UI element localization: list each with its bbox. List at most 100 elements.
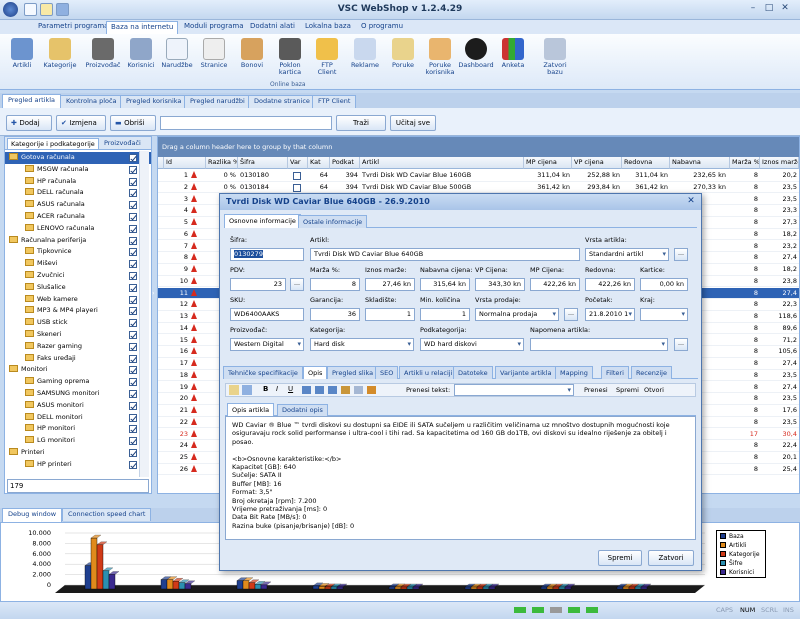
garancija-field[interactable]: 36 — [310, 308, 360, 321]
menu-parametri[interactable]: Parametri programa — [38, 22, 108, 30]
search-input[interactable] — [160, 116, 332, 130]
menu-oprogramu[interactable]: O programu — [361, 22, 403, 30]
column-header[interactable]: Artikl — [360, 157, 524, 169]
tab-dodatne-stranice[interactable]: Dodatne stranice — [248, 95, 316, 108]
tree-item[interactable]: ASUS monitori — [5, 400, 151, 412]
proizvodjac-dropdown[interactable]: Western Digital — [230, 338, 304, 351]
tab-kontrolna-ploca[interactable]: Kontrolna ploča — [60, 95, 123, 108]
tree-checkbox[interactable] — [129, 201, 137, 210]
list-icon[interactable] — [315, 386, 324, 394]
dialog-close-icon[interactable]: ✕ — [685, 196, 697, 208]
tree-item[interactable]: HP monitori — [5, 423, 151, 435]
column-header[interactable]: Marža % — [730, 157, 760, 169]
tree-item[interactable]: LG monitori — [5, 435, 151, 447]
otvori-link[interactable]: Otvori — [644, 386, 664, 394]
tree-checkbox[interactable] — [129, 378, 137, 387]
spremi-link[interactable]: Spremi — [616, 386, 639, 394]
ribbon-poruke[interactable]: Poruke — [388, 38, 418, 69]
tab-pregled-narudzbi[interactable]: Pregled narudžbi — [184, 95, 251, 108]
tree-item[interactable]: Monitori — [5, 364, 151, 376]
tree-item[interactable]: Gaming oprema — [5, 376, 151, 388]
section-tab[interactable]: Mapping — [555, 366, 593, 379]
tab-debug-window[interactable]: Debug window — [2, 508, 63, 522]
column-header[interactable]: Podkat — [330, 157, 360, 169]
pdv-more-button[interactable]: … — [290, 278, 304, 291]
tree-checkbox[interactable] — [129, 295, 137, 304]
tree-checkbox[interactable] — [129, 189, 137, 198]
section-tab[interactable]: Tehničke specifikacije — [223, 366, 303, 379]
tree-checkbox[interactable] — [129, 449, 137, 457]
ribbon-korisnici[interactable]: Korisnici — [126, 38, 156, 69]
mp-field[interactable]: 422,26 kn — [530, 278, 580, 291]
section-tab[interactable]: Recenzije — [631, 366, 672, 379]
sku-field[interactable]: WD6400AAKS — [230, 308, 304, 321]
column-header[interactable]: Iznos marže — [760, 157, 799, 169]
column-header[interactable]: Razlika % — [206, 157, 238, 169]
tree-item[interactable]: Skeneri — [5, 329, 151, 341]
table-icon[interactable] — [354, 386, 363, 394]
tree-checkbox[interactable] — [129, 272, 137, 280]
kartice-field[interactable]: 0,00 kn — [640, 278, 688, 291]
vrsta-more-button[interactable]: … — [674, 248, 688, 261]
delete-button[interactable]: ▬ Obriši — [110, 115, 156, 131]
save-button[interactable]: Spremi — [598, 550, 642, 566]
tab-proizvodjaci[interactable]: Proizvođači — [101, 138, 144, 150]
bold-icon[interactable]: B — [263, 385, 268, 393]
tree-item[interactable]: Printeri — [5, 447, 151, 459]
napomena-dropdown[interactable] — [530, 338, 668, 351]
vp-field[interactable]: 343,30 kn — [475, 278, 525, 291]
section-tab[interactable]: Opis — [303, 366, 328, 379]
tree-item[interactable]: SAMSUNG monitori — [5, 388, 151, 400]
load-all-button[interactable]: Učitaj sve — [390, 115, 436, 131]
tree-item[interactable]: Miševi — [5, 258, 151, 270]
table-row[interactable]: 2 0 % 0130184 64 394 Tvrdi Disk WD Caviar Blu… — [158, 182, 799, 194]
tab-pregled-artikla[interactable]: Pregled artikla — [2, 94, 62, 108]
prenesi-dropdown[interactable] — [454, 384, 574, 396]
color-icon[interactable] — [367, 386, 376, 394]
description-textarea[interactable]: WD Caviar ® Blue ™ tvrdi diskovi su dost… — [225, 416, 696, 540]
underline-icon[interactable]: U — [288, 385, 293, 393]
ribbon-stranice[interactable]: Stranice — [198, 38, 230, 69]
minimize-icon[interactable]: – — [746, 2, 760, 16]
menu-lokalna[interactable]: Lokalna baza — [305, 22, 351, 30]
nabavna-field[interactable]: 315,64 kn — [420, 278, 470, 291]
section-tab[interactable]: SEO — [375, 366, 399, 379]
tab-connection-chart[interactable]: Connection speed chart — [62, 508, 152, 521]
section-tab[interactable]: Artikli u relaciji — [399, 366, 458, 379]
tree-item[interactable]: USB stick — [5, 317, 151, 329]
ribbon-narudzbe[interactable]: Narudžbe — [160, 38, 194, 69]
tree-item[interactable]: Zvučnici — [5, 270, 151, 282]
column-header[interactable]: Nabavna — [670, 157, 730, 169]
align-icon[interactable] — [302, 386, 311, 394]
tab-pregled-korisnika[interactable]: Pregled korisnika — [120, 95, 188, 108]
ribbon-poruke-korisnika[interactable]: Poruke korisnika — [422, 38, 458, 76]
column-header[interactable]: Šifra — [238, 157, 288, 169]
column-header[interactable]: MP cijena — [524, 157, 572, 169]
tree-item[interactable]: DELL računala — [5, 187, 151, 199]
tree-item[interactable]: HP printeri — [5, 459, 151, 471]
tree-checkbox[interactable] — [129, 165, 137, 174]
ribbon-poklon[interactable]: Poklon kartica — [272, 38, 308, 76]
tree-item[interactable]: LENOVO računala — [5, 223, 151, 235]
column-header[interactable]: Var — [288, 157, 308, 169]
vrsta-prodaje-more-button[interactable]: … — [564, 308, 578, 321]
tree-item[interactable]: ACER računala — [5, 211, 151, 223]
image-icon[interactable] — [341, 386, 350, 394]
close-button[interactable]: Zatvori — [648, 550, 694, 566]
edit-button[interactable]: ✔ Izmjena — [56, 115, 106, 131]
count-field[interactable]: 179 — [7, 479, 149, 493]
artikl-field[interactable]: Tvrdi Disk WD Caviar Blue 640GB — [310, 248, 580, 261]
podkategorija-dropdown[interactable]: WD hard diskovi — [420, 338, 524, 351]
column-header[interactable]: Redovna — [622, 157, 670, 169]
menu-dodatni[interactable]: Dodatni alati — [250, 22, 295, 30]
tree-scrollbar[interactable] — [139, 151, 149, 477]
open-file-icon[interactable] — [229, 385, 239, 395]
tab-kategorije[interactable]: Kategorije i podkategorije — [7, 138, 99, 150]
ribbon-dashboard[interactable]: Dashboard — [458, 38, 494, 69]
tree-checkbox[interactable] — [129, 319, 137, 328]
tree-item[interactable]: Gotova računala — [5, 152, 151, 164]
ribbon-reklame[interactable]: Reklame — [348, 38, 382, 69]
section-tab[interactable]: Filteri — [601, 366, 629, 379]
tree-checkbox[interactable] — [129, 307, 137, 316]
menu-moduli[interactable]: Moduli programa — [184, 22, 244, 30]
